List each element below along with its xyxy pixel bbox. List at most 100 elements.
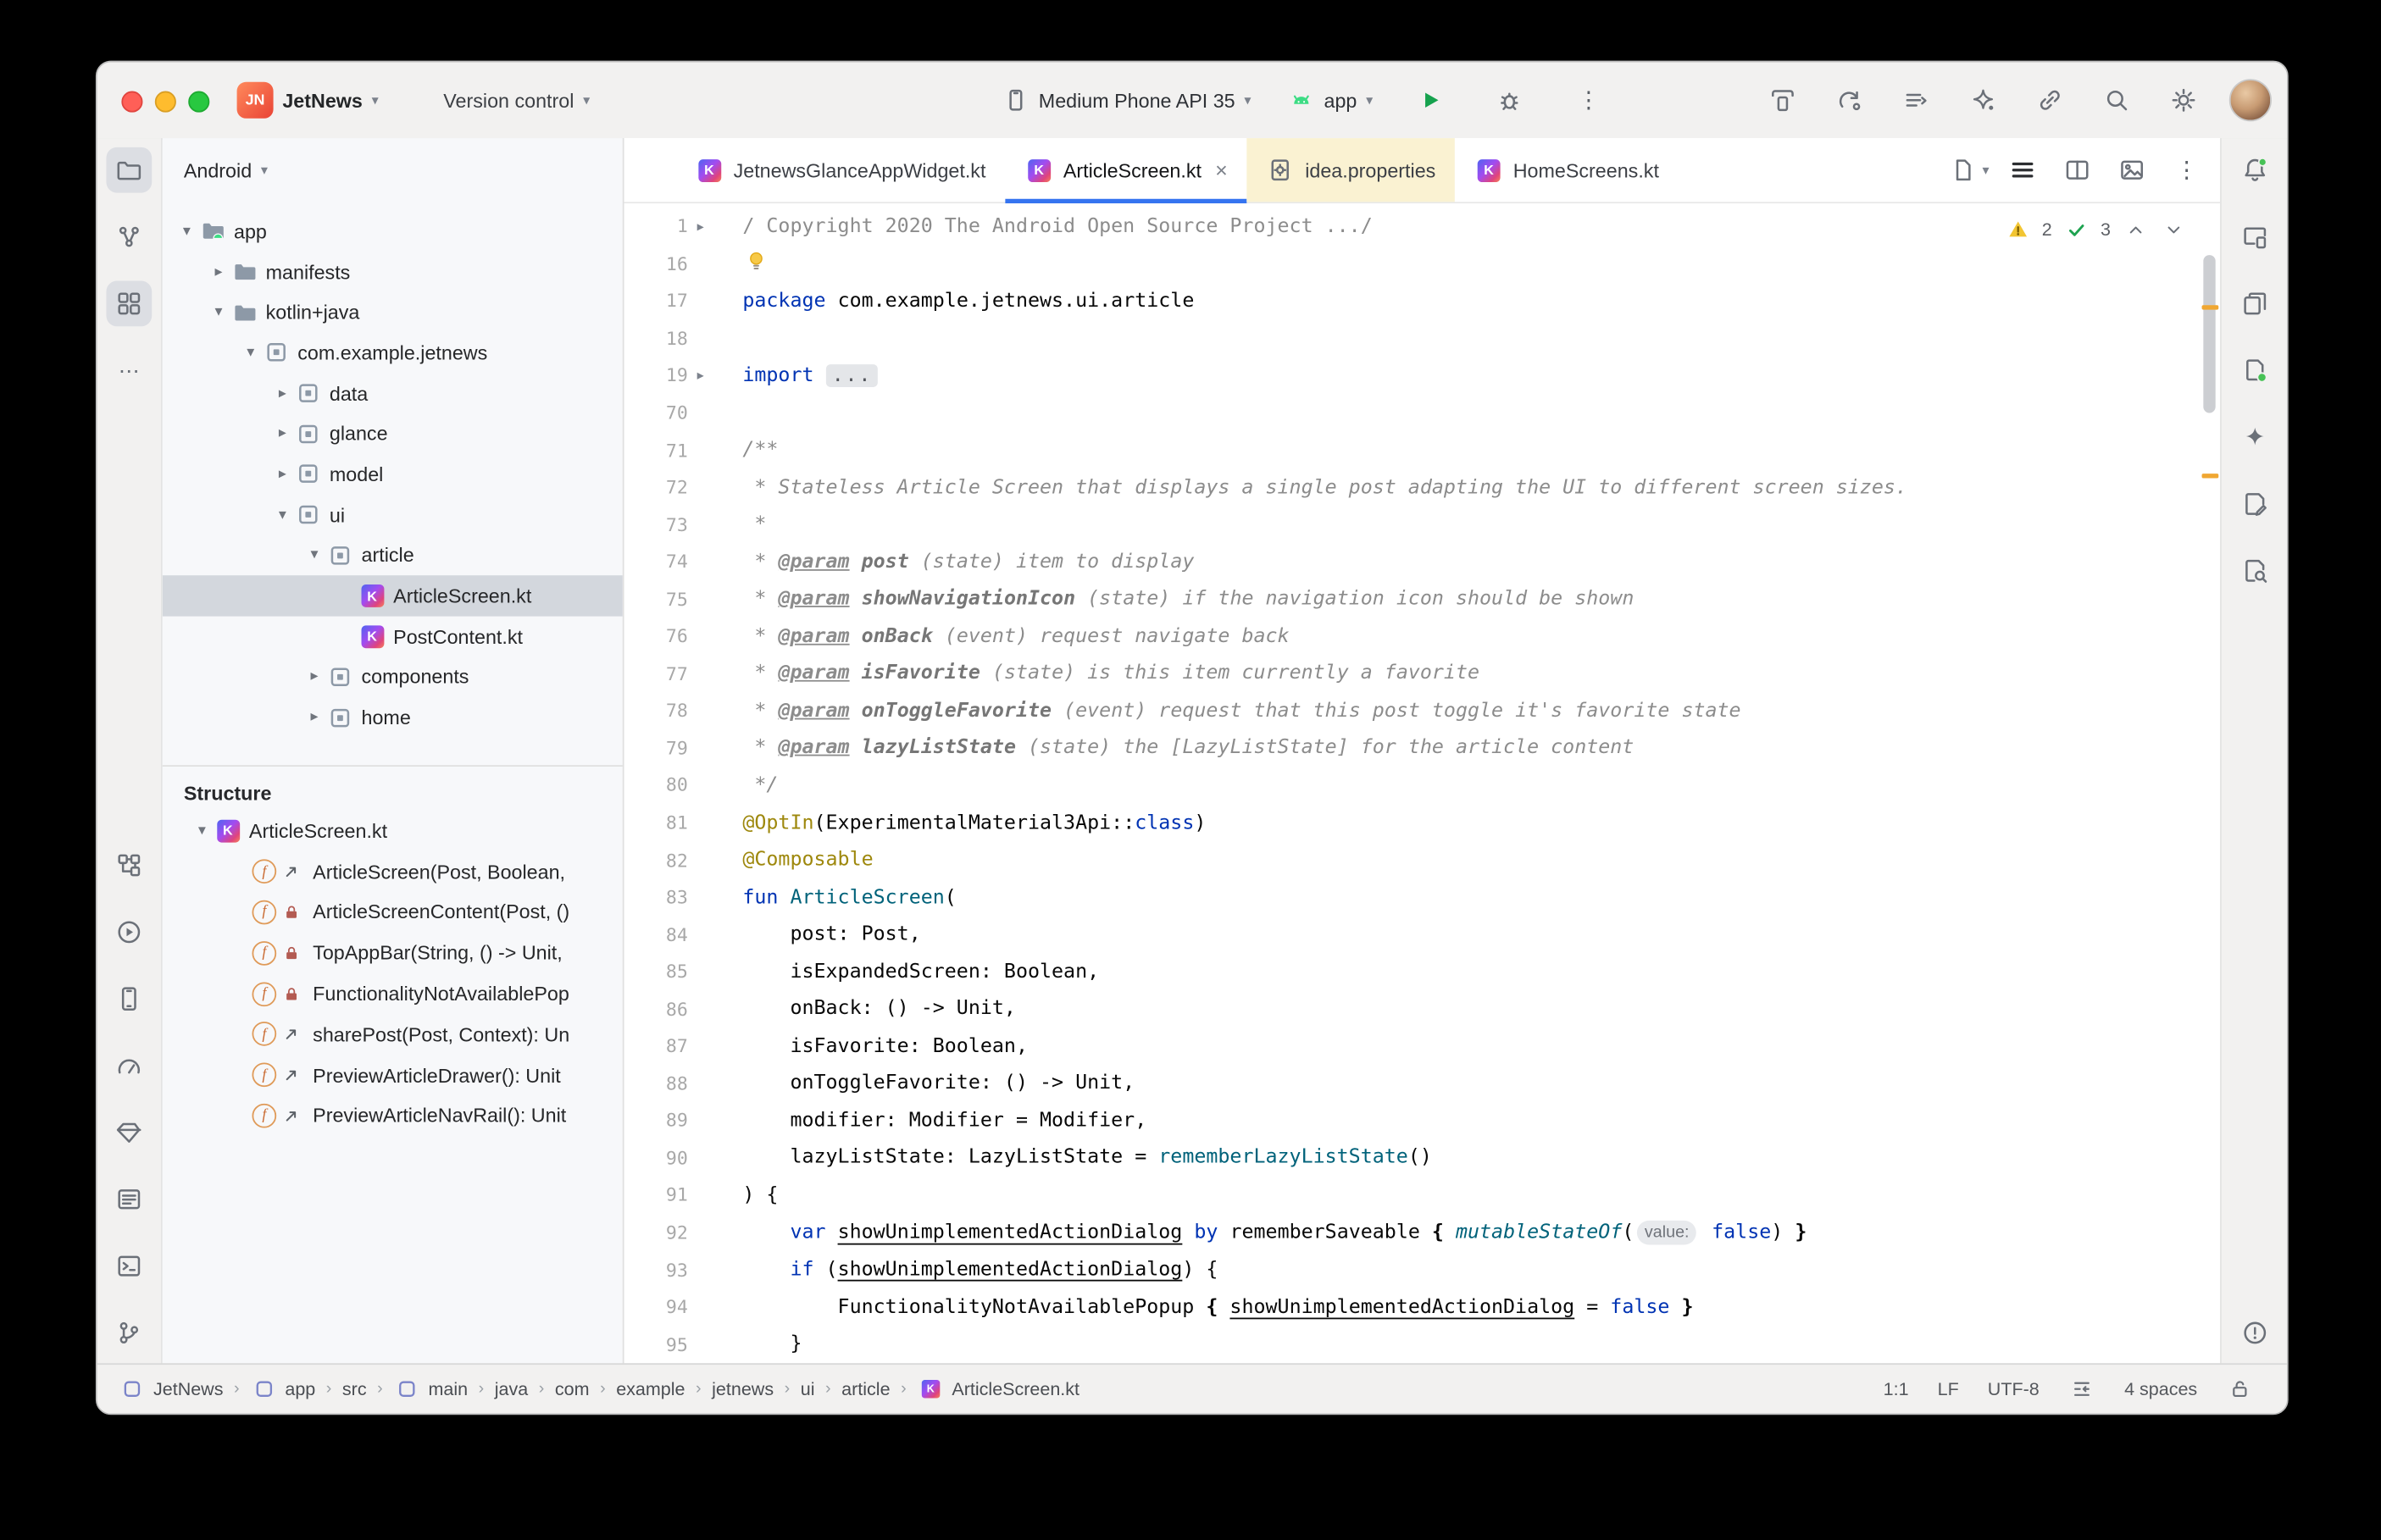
breadcrumb-item[interactable]: java xyxy=(495,1378,528,1399)
more-vertical-button[interactable]: ⋮ xyxy=(2166,149,2208,191)
unlock-icon[interactable] xyxy=(2226,1376,2253,1403)
breadcrumb-item[interactable]: main xyxy=(393,1376,468,1403)
device-manager-tool-button[interactable] xyxy=(106,976,152,1022)
inspection-widget[interactable]: 2 3 xyxy=(2004,215,2187,242)
page-search-tool-button[interactable] xyxy=(2231,548,2277,594)
previous-problem-icon[interactable] xyxy=(2122,215,2149,242)
settings-button[interactable] xyxy=(2162,79,2205,121)
project-view-selector[interactable]: Android ▾ xyxy=(163,138,623,202)
structure-root-item[interactable]: ▾KArticleScreen.kt xyxy=(163,811,623,851)
structure-item[interactable]: fPreviewArticleNavRail(): Unit xyxy=(163,1095,623,1136)
debug-button[interactable] xyxy=(1488,79,1530,121)
tree-chevron-icon[interactable]: ▸ xyxy=(270,466,295,483)
breadcrumb-item[interactable]: example xyxy=(616,1378,685,1399)
error-stripe[interactable] xyxy=(2197,203,2220,1365)
tree-chevron-icon[interactable]: ▾ xyxy=(270,507,295,523)
more-run-options-button[interactable]: ⋮ xyxy=(1568,79,1610,121)
notifications-tool-button[interactable] xyxy=(2231,147,2277,193)
structure-item[interactable]: fTopAppBar(String, () -> Unit, xyxy=(163,933,623,973)
breadcrumb-item[interactable]: article xyxy=(841,1378,890,1399)
tree-item[interactable]: ▾kotlin+java xyxy=(163,292,623,333)
vcs-menu[interactable]: Version control ▾ xyxy=(443,62,590,138)
tree-item[interactable]: KArticleScreen.kt xyxy=(163,576,623,617)
structure-item[interactable]: fFunctionalityNotAvailablePop xyxy=(163,973,623,1014)
build-tool-button[interactable] xyxy=(106,843,152,889)
warning-stripe-mark[interactable] xyxy=(2202,305,2219,309)
breadcrumb-item[interactable]: src xyxy=(342,1378,367,1399)
more-horizontal-tool-button[interactable]: ⋯ xyxy=(106,347,152,393)
link-button[interactable] xyxy=(2029,79,2071,121)
tree-item[interactable]: ▸model xyxy=(163,454,623,495)
line-separator[interactable]: LF xyxy=(1938,1378,1959,1399)
device-mirror-button[interactable] xyxy=(1762,79,1804,121)
editor-tab[interactable]: KJetnewsGlanceAppWidget.kt xyxy=(675,138,1005,202)
run-tool-tool-button[interactable] xyxy=(106,909,152,955)
resource-manager-tool-button[interactable] xyxy=(106,281,152,327)
editor-tab[interactable]: KArticleScreen.kt× xyxy=(1006,138,1247,202)
profiler-tool-button[interactable] xyxy=(106,1043,152,1089)
close-window-button[interactable] xyxy=(121,91,142,113)
project-tool-button[interactable] xyxy=(106,147,152,193)
breadcrumb-item[interactable]: ui xyxy=(801,1378,815,1399)
tree-item[interactable]: ▸manifests xyxy=(163,252,623,292)
vcs-tool-button[interactable] xyxy=(106,214,152,260)
breadcrumb-item[interactable]: com xyxy=(555,1378,590,1399)
tree-item[interactable]: ▸data xyxy=(163,373,623,413)
file-encoding[interactable]: UTF-8 xyxy=(1988,1378,2040,1399)
tree-item[interactable]: ▾article xyxy=(163,535,623,576)
scrollbar-thumb[interactable] xyxy=(2203,255,2215,413)
structure-item[interactable]: fPreviewArticleDrawer(): Unit xyxy=(163,1055,623,1095)
structure-item[interactable]: fArticleScreen(Post, Boolean, xyxy=(163,851,623,892)
tree-chevron-icon[interactable]: ▾ xyxy=(175,223,199,240)
run-config-selector[interactable]: app ▾ xyxy=(1288,86,1374,114)
breadcrumb-item[interactable]: app xyxy=(250,1376,315,1403)
tree-chevron-icon[interactable]: ▸ xyxy=(270,385,295,402)
code-editor[interactable]: 1▸/ Copyright 2020 The Android Open Sour… xyxy=(624,203,2220,1365)
fold-toggle-icon[interactable]: ▸ xyxy=(688,219,743,235)
structure-item[interactable]: fArticleScreenContent(Post, () xyxy=(163,892,623,933)
tree-item[interactable]: ▸glance xyxy=(163,413,623,454)
tree-chevron-icon[interactable]: ▸ xyxy=(207,263,231,280)
structure-item[interactable]: fsharePost(Post, Context): Un xyxy=(163,1014,623,1055)
running-devices-tool-button[interactable] xyxy=(2231,214,2277,260)
tree-item[interactable]: ▸components xyxy=(163,656,623,697)
logcat-tool-button[interactable] xyxy=(106,1177,152,1222)
tree-chevron-icon[interactable]: ▾ xyxy=(238,345,263,362)
tree-item[interactable]: ▾app xyxy=(163,211,623,252)
split-view-button[interactable] xyxy=(2056,149,2099,191)
tree-chevron-icon[interactable]: ▸ xyxy=(270,425,295,442)
user-avatar[interactable] xyxy=(2229,79,2272,121)
minimize-window-button[interactable] xyxy=(155,91,176,113)
task-list-button[interactable] xyxy=(1895,79,1938,121)
next-problem-icon[interactable] xyxy=(2159,215,2186,242)
caret-position[interactable]: 1:1 xyxy=(1884,1378,1909,1399)
device-selector[interactable]: Medium Phone API 35 ▾ xyxy=(1002,86,1252,114)
indent-style-icon[interactable] xyxy=(2068,1376,2095,1403)
sparkle-button[interactable] xyxy=(1962,79,2004,121)
terminal-tool-button[interactable] xyxy=(106,1244,152,1289)
tree-chevron-icon[interactable]: ▾ xyxy=(207,304,231,321)
git-tool-button[interactable] xyxy=(106,1310,152,1356)
list-view-button[interactable] xyxy=(2001,149,2044,191)
gemini-tool-button[interactable] xyxy=(2231,414,2277,460)
tree-item[interactable]: KPostContent.kt xyxy=(163,616,623,656)
tree-item[interactable]: ▸home xyxy=(163,697,623,738)
tree-chevron-icon[interactable]: ▾ xyxy=(190,823,214,839)
preview-button[interactable] xyxy=(2111,149,2153,191)
fold-toggle-icon[interactable]: ▸ xyxy=(688,368,743,385)
tree-chevron-icon[interactable]: ▸ xyxy=(302,668,327,685)
tree-chevron-icon[interactable]: ▾ xyxy=(302,547,327,564)
tree-item[interactable]: ▾com.example.jetnews xyxy=(163,333,623,374)
tree-item[interactable]: ▾ui xyxy=(163,495,623,535)
close-tab-icon[interactable]: × xyxy=(1215,158,1228,182)
breadcrumb-item[interactable]: KArticleScreen.kt xyxy=(917,1376,1079,1403)
breadcrumb-item[interactable]: jetnews xyxy=(712,1378,774,1399)
indent-setting[interactable]: 4 spaces xyxy=(2124,1378,2197,1399)
zoom-window-button[interactable] xyxy=(188,91,209,113)
editor-tab[interactable]: idea.properties xyxy=(1247,138,1456,202)
device-explorer-tool-button[interactable] xyxy=(2231,281,2277,327)
search-button[interactable] xyxy=(2095,79,2138,121)
run-button[interactable] xyxy=(1409,79,1451,121)
editor-tab[interactable]: KHomeScreens.kt xyxy=(1456,138,1679,202)
device-file-tool-button[interactable] xyxy=(2231,347,2277,393)
